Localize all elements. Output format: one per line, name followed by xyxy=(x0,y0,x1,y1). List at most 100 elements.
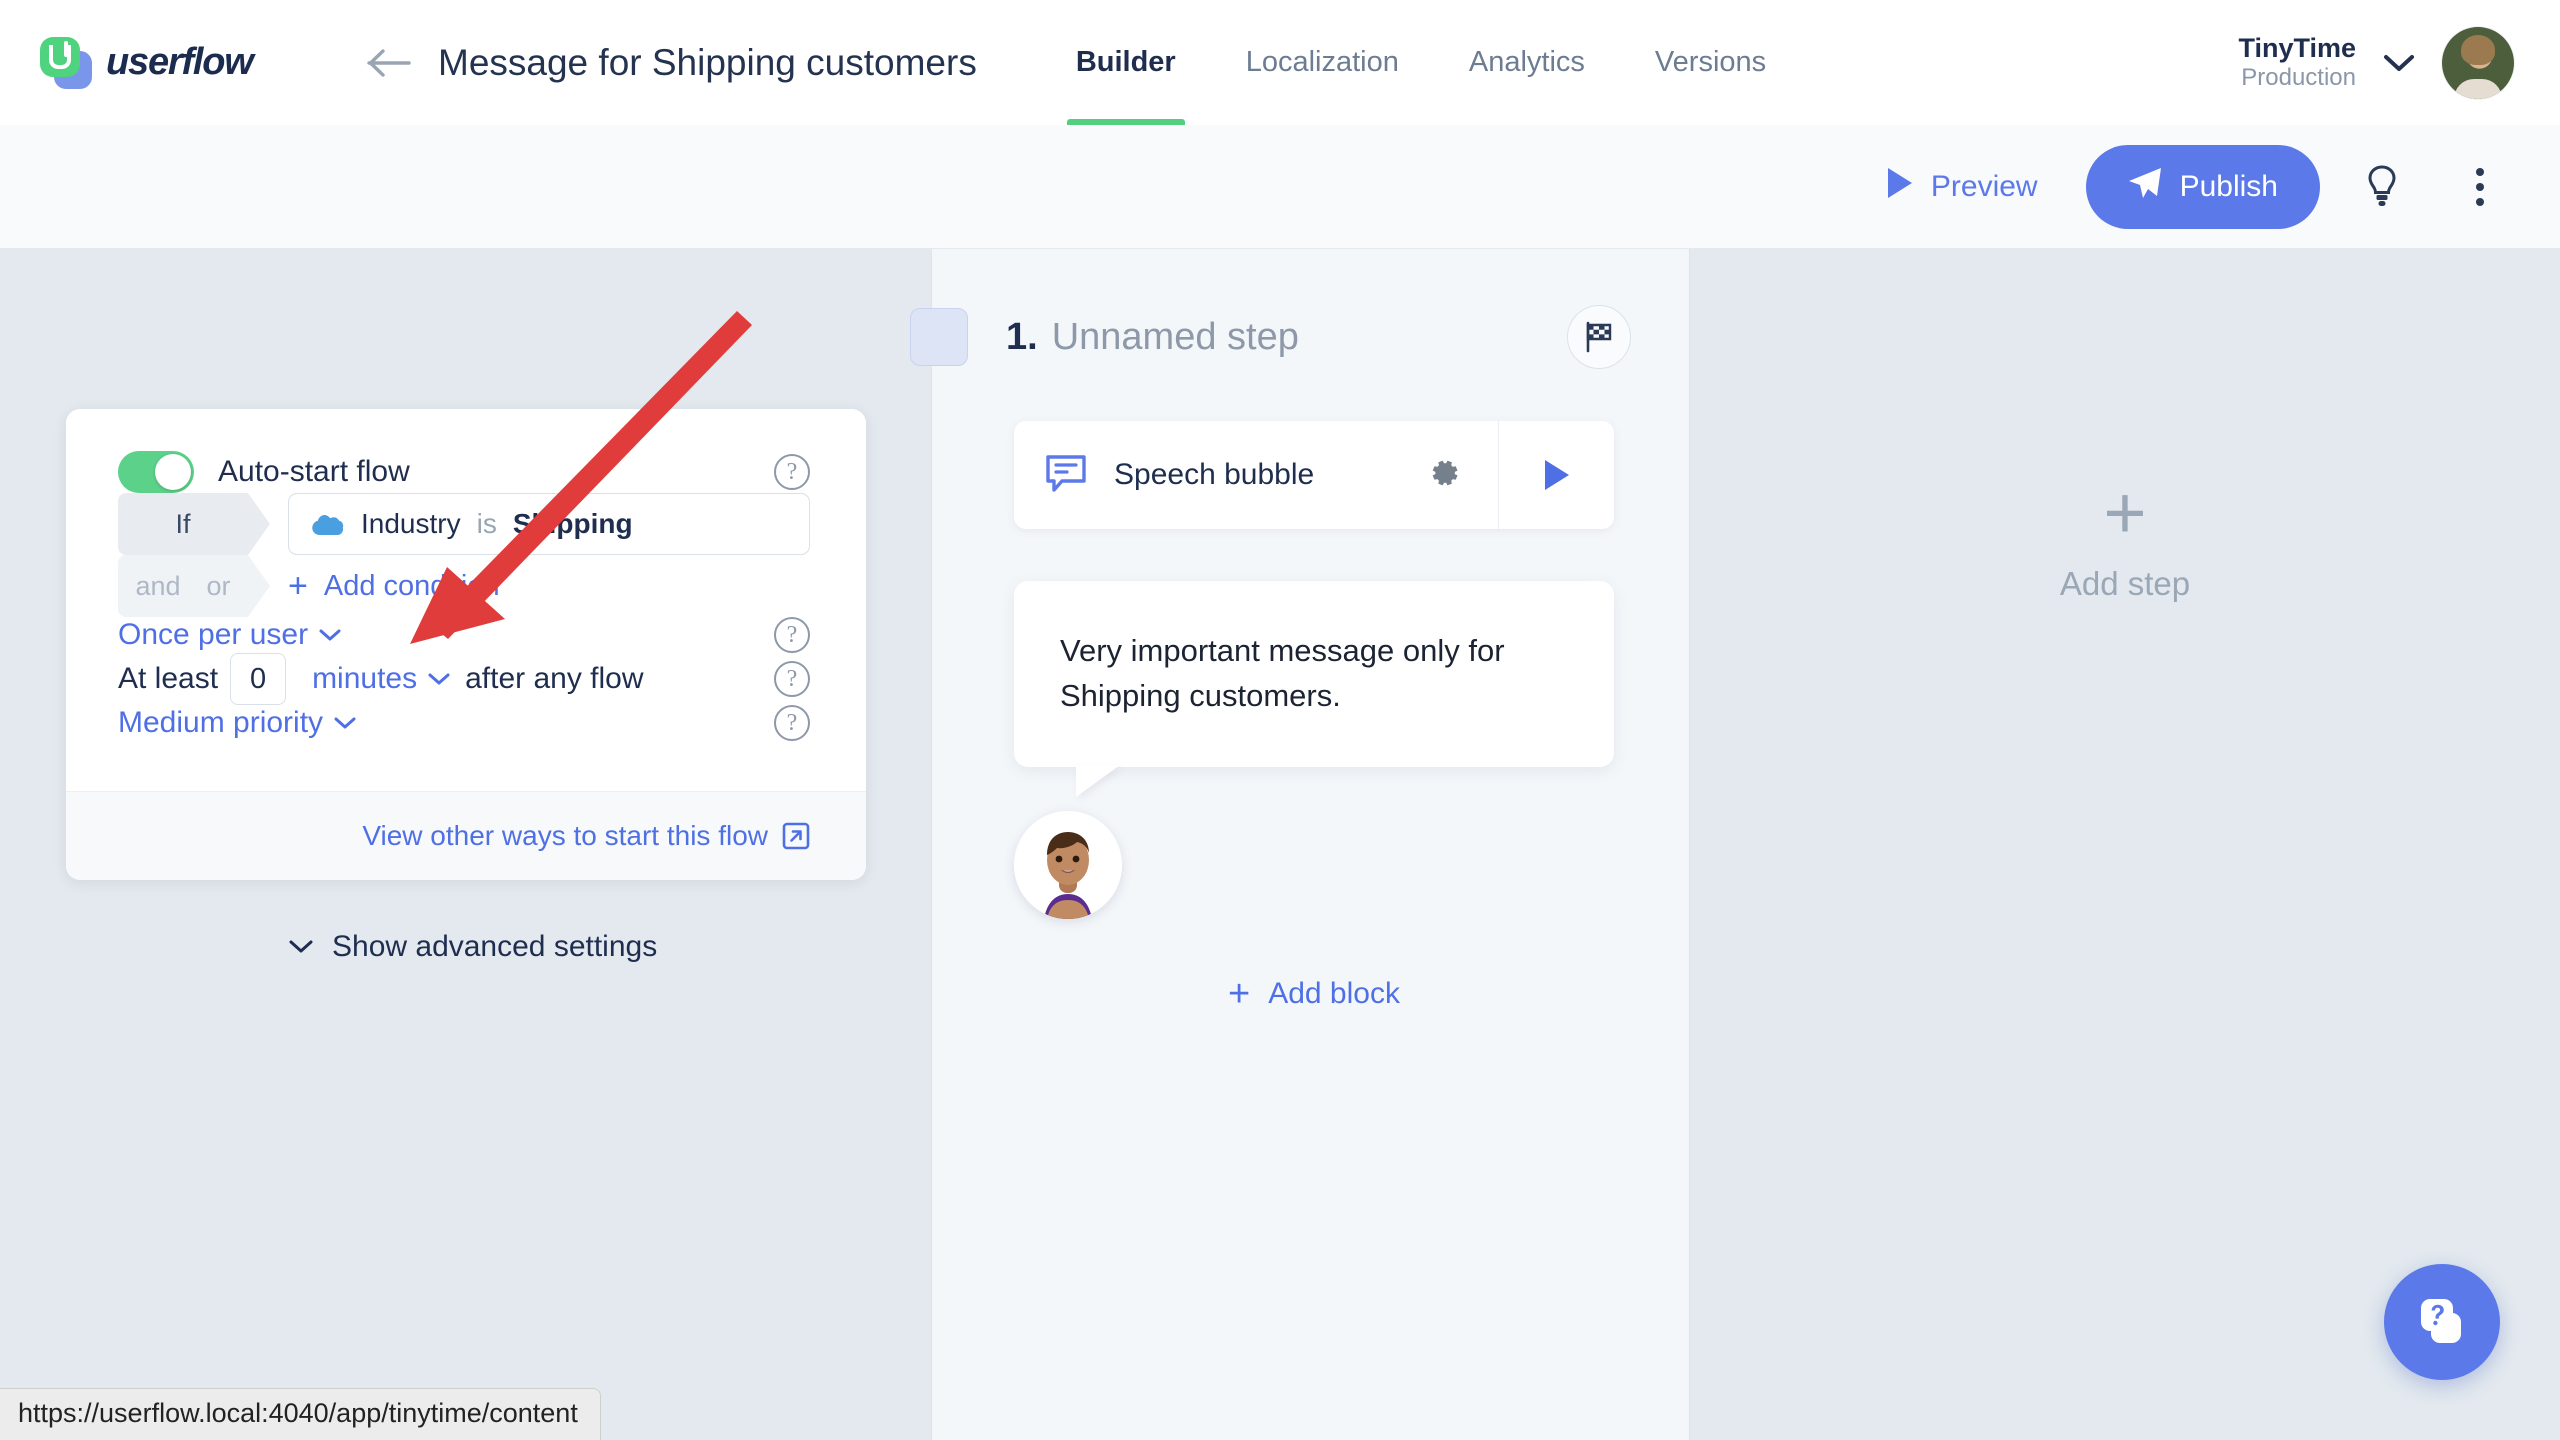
drag-handle[interactable] xyxy=(910,308,968,366)
condition-value: Shipping xyxy=(512,508,633,539)
priority-select[interactable]: Medium priority xyxy=(118,706,357,740)
frequency-select[interactable]: Once per user xyxy=(118,618,342,652)
step-canvas: 1. Unnamed step Speech bubble Very impor… xyxy=(910,249,1690,1440)
chevron-down-icon xyxy=(289,940,313,953)
condition-attribute: Industry xyxy=(361,508,461,539)
auto-start-label: Auto-start flow xyxy=(218,455,410,488)
condition-operator: is xyxy=(476,508,497,539)
flow-settings-panel: Auto-start flow ? If Industry is Shippin… xyxy=(0,249,931,1440)
and-label[interactable]: and xyxy=(135,571,180,602)
lightbulb-icon[interactable] xyxy=(2346,151,2418,223)
or-label[interactable]: or xyxy=(207,571,231,602)
plus-icon: + xyxy=(1228,972,1251,1015)
speech-bubble-tail xyxy=(1076,764,1120,797)
chevron-down-icon[interactable] xyxy=(2382,52,2416,74)
help-circle-icon[interactable]: ? xyxy=(774,454,810,490)
add-block-label: Add block xyxy=(1268,976,1400,1010)
checkered-flag-icon[interactable] xyxy=(1567,305,1631,369)
help-circle-icon[interactable]: ? xyxy=(774,617,810,653)
preview-button[interactable]: Preview xyxy=(1885,166,2038,208)
block-main: Speech bubble xyxy=(1014,451,1498,500)
view-other-ways-label: View other ways to start this flow xyxy=(362,820,768,851)
add-condition-button[interactable]: + Add condition xyxy=(288,555,500,617)
help-circle-icon[interactable]: ? xyxy=(774,705,810,741)
chevron-down-icon xyxy=(319,629,341,641)
help-circle-icon[interactable]: ? xyxy=(774,661,810,697)
and-or-tag[interactable]: and or xyxy=(118,555,270,617)
avatar[interactable] xyxy=(2442,26,2514,99)
show-advanced-settings-button[interactable]: Show advanced settings xyxy=(288,930,657,964)
nav-right-cluster: TinyTime Production xyxy=(2238,26,2514,99)
message-preview-bubble: Very important message only for Shipping… xyxy=(1014,581,1614,797)
condition-row: If Industry is Shipping xyxy=(118,493,810,555)
account-name: TinyTime xyxy=(2238,33,2356,64)
auto-start-toggle[interactable] xyxy=(118,451,194,493)
add-condition-row: and or + Add condition xyxy=(118,555,810,617)
block-name: Speech bubble xyxy=(1114,458,1315,491)
message-text: Very important message only for Shipping… xyxy=(1060,633,1505,713)
tab-builder[interactable]: Builder xyxy=(1041,0,1211,125)
delay-row: At least minutes after any flow ? xyxy=(118,653,810,705)
tab-localization[interactable]: Localization xyxy=(1211,0,1434,125)
status-bar-url: https://userflow.local:4040/app/tinytime… xyxy=(0,1388,601,1440)
step-number: 1. xyxy=(1006,315,1038,358)
if-label: If xyxy=(175,508,191,539)
add-step-panel: + Add step xyxy=(1690,249,2560,1440)
add-block-button[interactable]: + Add block xyxy=(1014,975,1614,1013)
preview-label: Preview xyxy=(1930,169,2038,203)
help-cards-icon xyxy=(2421,1299,2461,1343)
logo-wordmark: userflow xyxy=(106,41,254,83)
delay-controls: At least minutes after any flow xyxy=(118,653,644,705)
tab-analytics[interactable]: Analytics xyxy=(1434,0,1620,125)
userflow-logo-icon xyxy=(40,36,92,89)
priority-label: Medium priority xyxy=(118,706,324,739)
main-tabs: Builder Localization Analytics Versions xyxy=(1041,0,1801,125)
back-arrow-icon[interactable] xyxy=(362,36,416,90)
account-switcher[interactable]: TinyTime Production xyxy=(2238,33,2356,92)
add-step-button[interactable]: + Add step xyxy=(1690,471,2560,603)
chevron-down-icon xyxy=(428,673,450,685)
persona-avatar xyxy=(1014,810,1122,919)
frequency-label: Once per user xyxy=(118,618,309,651)
builder-workspace: Auto-start flow ? If Industry is Shippin… xyxy=(0,249,2560,1440)
card-footer: View other ways to start this flow xyxy=(66,791,866,880)
block-preview-button[interactable] xyxy=(1498,421,1614,529)
chevron-down-icon xyxy=(334,717,356,729)
publish-button[interactable]: Publish xyxy=(2085,144,2320,229)
plus-icon: + xyxy=(2103,471,2147,554)
account-environment: Production xyxy=(2241,64,2356,92)
view-other-ways-link[interactable]: View other ways to start this flow xyxy=(362,820,810,852)
help-launcher-button[interactable] xyxy=(2384,1264,2500,1380)
speech-bubble-icon xyxy=(1044,451,1088,500)
tab-versions[interactable]: Versions xyxy=(1620,0,1801,125)
delay-unit-label: minutes xyxy=(312,662,418,695)
play-icon xyxy=(1544,460,1569,490)
delay-amount-input[interactable] xyxy=(230,653,287,705)
step-header: 1. Unnamed step xyxy=(910,305,1689,369)
plus-icon: + xyxy=(288,567,308,605)
delay-suffix: after any flow xyxy=(465,662,644,695)
app-logo[interactable]: userflow xyxy=(40,36,340,89)
more-vertical-icon[interactable] xyxy=(2444,151,2516,223)
show-advanced-label: Show advanced settings xyxy=(332,930,658,963)
speech-bubble-block[interactable]: Speech bubble xyxy=(1014,421,1614,529)
delay-unit-select[interactable]: minutes xyxy=(312,662,451,696)
add-step-label: Add step xyxy=(2059,564,2191,602)
add-condition-label: Add condition xyxy=(323,569,500,602)
frequency-row: Once per user ? xyxy=(118,617,810,653)
priority-row: Medium priority ? xyxy=(118,705,810,741)
if-tag: If xyxy=(118,493,270,555)
salesforce-cloud-icon xyxy=(311,512,345,536)
play-icon xyxy=(1885,166,1915,208)
delay-prefix: At least xyxy=(118,662,219,695)
publish-label: Publish xyxy=(2179,169,2278,203)
step-name[interactable]: Unnamed step xyxy=(1052,316,1299,359)
external-link-icon xyxy=(782,822,810,850)
page-title: Message for Shipping customers xyxy=(438,41,977,83)
gear-icon[interactable] xyxy=(1426,455,1462,496)
auto-start-row: Auto-start flow ? xyxy=(118,451,810,493)
condition-chip[interactable]: Industry is Shipping xyxy=(288,493,810,555)
auto-start-settings-card: Auto-start flow ? If Industry is Shippin… xyxy=(66,409,866,880)
paper-plane-icon xyxy=(2128,167,2162,207)
action-toolbar: Preview Publish xyxy=(0,125,2560,249)
